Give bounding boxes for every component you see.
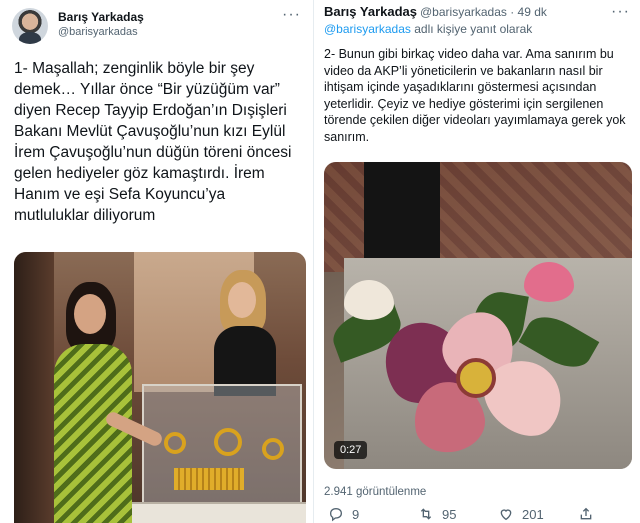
tweet-text-line: Bakanı Mevlüt Çavuşoğlu’nun kızı Eylül bbox=[14, 123, 286, 140]
reply-icon bbox=[329, 507, 343, 522]
reply-context-text: adlı kişiye yanıt olarak bbox=[410, 22, 533, 36]
video-scene-flower-petal bbox=[524, 262, 574, 302]
tweet-video-left[interactable] bbox=[14, 252, 306, 523]
view-count: 2.941 görüntülenme bbox=[324, 486, 427, 498]
tweet-text: 2- Bunun gibi birkaç video daha var. Ama… bbox=[324, 47, 626, 144]
share-button[interactable] bbox=[578, 506, 594, 522]
video-scene-gold-bangles bbox=[174, 468, 244, 490]
tweet-text-line: mutluluklar diliyorum bbox=[14, 207, 156, 224]
tweet-text-line: diyen Recep Tayyip Erdoğan’ın Dışişleri bbox=[14, 102, 287, 119]
video-scene-flower-petal bbox=[344, 280, 394, 320]
author-handle-and-time[interactable]: @barisyarkadas · 49 dk bbox=[420, 5, 547, 19]
video-duration-badge: 0:27 bbox=[334, 441, 368, 459]
tweet-text-line: gelen hediyeler göz kamaştırdı. İrem bbox=[14, 165, 265, 182]
video-scene-jewelry bbox=[214, 428, 242, 456]
tweet-video-right[interactable]: 0:27 bbox=[324, 162, 632, 469]
share-icon bbox=[580, 507, 592, 520]
video-scene-person-background bbox=[210, 270, 280, 396]
video-scene-flower-center bbox=[456, 358, 496, 398]
tweet-text: 1- Maşallah; zenginlik böyle bir şey dem… bbox=[14, 58, 306, 226]
tweet-text-line: 1- Maşallah; zenginlik böyle bir şey bbox=[14, 60, 255, 77]
retweet-button[interactable]: 95 bbox=[418, 506, 456, 522]
video-scene-person-foreground bbox=[34, 282, 165, 523]
retweet-count: 95 bbox=[442, 506, 457, 522]
tweet-right: Barış Yarkadaş @barisyarkadas · 49 dk ··… bbox=[314, 0, 640, 523]
tweet-left: Barış Yarkadaş @barisyarkadas ··· 1- Maş… bbox=[0, 0, 314, 523]
reply-mention-link[interactable]: @barisyarkadas bbox=[324, 22, 411, 36]
author-handle[interactable]: @barisyarkadas bbox=[58, 26, 138, 38]
tweet-text-line: Hanım ve eşi Sefa Koyuncu’ya bbox=[14, 186, 226, 203]
like-button[interactable]: 201 bbox=[498, 506, 544, 522]
video-scene-tray bbox=[124, 502, 306, 523]
reply-context: @barisyarkadas adlı kişiye yanıt olarak bbox=[324, 22, 532, 36]
video-scene-jewelry bbox=[164, 432, 186, 454]
more-dots-icon[interactable]: ··· bbox=[611, 3, 630, 21]
like-count: 201 bbox=[522, 506, 544, 522]
tweet-text-line: İrem Çavuşoğlu’nun düğün töreni öncesi bbox=[14, 144, 292, 161]
reply-count: 9 bbox=[352, 506, 360, 522]
reply-button[interactable]: 9 bbox=[328, 506, 359, 522]
author-avatar[interactable] bbox=[12, 8, 48, 44]
tweet-text-line: demek… Yıllar önce “Bir yüzüğüm var” bbox=[14, 81, 280, 98]
more-dots-icon[interactable]: ··· bbox=[282, 6, 301, 24]
retweet-icon bbox=[420, 508, 432, 520]
author-name[interactable]: Barış Yarkadaş bbox=[58, 10, 144, 24]
video-scene-jewelry bbox=[262, 438, 284, 460]
tweet-actions: 9 95 201 bbox=[324, 506, 636, 523]
heart-icon bbox=[500, 509, 512, 521]
author-name[interactable]: Barış Yarkadaş bbox=[324, 4, 417, 19]
